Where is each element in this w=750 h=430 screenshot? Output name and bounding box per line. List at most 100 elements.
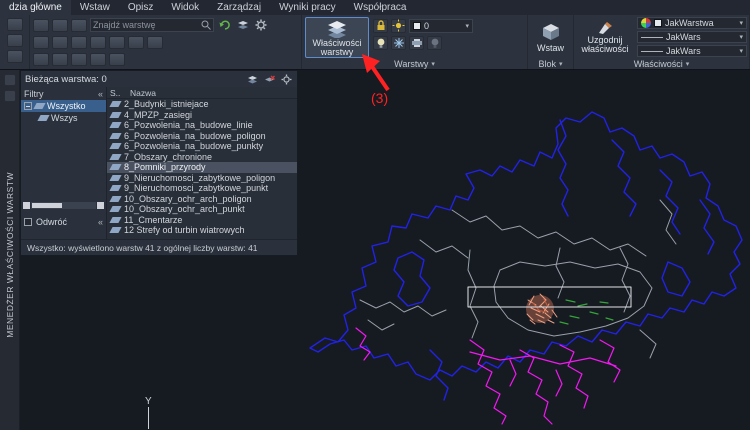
layer-search-box <box>90 18 214 32</box>
lineweight-dropdown[interactable]: JakWars ▾ <box>637 31 747 43</box>
layer-row[interactable]: 7_Obszary_chronione <box>107 152 297 163</box>
block-cube-icon <box>542 24 559 40</box>
layer-list: S.. Nazwa 2_Budynki_istniejace 4_MPZP_za… <box>107 87 297 239</box>
layer-prev-icon[interactable] <box>71 18 87 32</box>
filter-tree-item-all[interactable]: Wszystko <box>21 100 106 112</box>
linetype-dropdown[interactable]: JakWars ▾ <box>637 45 747 57</box>
auto-hide-icon[interactable] <box>3 74 16 86</box>
layers-panel-label[interactable]: Warstwy ▾ <box>302 58 527 69</box>
layer-states-icon[interactable] <box>235 18 250 32</box>
layer-icon <box>109 195 122 202</box>
lineweight-value: JakWars <box>666 32 701 42</box>
object-color-dropdown[interactable]: JakWarstwa ▾ <box>637 17 747 29</box>
layer-row[interactable]: 4_MPZP_zasiegi <box>107 110 297 121</box>
block-panel-title: Blok <box>538 58 556 69</box>
filter-all-label: Wszystko <box>47 101 86 111</box>
layer-row[interactable]: 12 Strefy od turbin wiatrowych <box>107 225 297 236</box>
layer-thaw-icon[interactable] <box>109 52 125 66</box>
new-layer-icon[interactable] <box>246 73 259 85</box>
scroll-left-icon[interactable] <box>23 201 30 209</box>
filters-pane: Filtry « Wszystko Wszys Odwróć « <box>21 87 107 239</box>
block-panel-label[interactable]: Blok ▾ <box>528 58 573 69</box>
layer-off-tool-icon[interactable] <box>90 35 106 49</box>
layer-row[interactable]: 10_Obszary_ochr_arch_punkt <box>107 204 297 215</box>
settings-gear-icon[interactable] <box>280 73 293 85</box>
column-status[interactable]: S.. <box>110 88 130 98</box>
filters-horizontal-scrollbar[interactable] <box>23 201 104 209</box>
invert-filter-label: Odwróć <box>36 217 68 227</box>
copy-icon[interactable] <box>6 34 23 47</box>
tab-collaborate[interactable]: Współpraca <box>345 0 416 15</box>
layer-on-icon[interactable] <box>391 18 406 33</box>
chevron-down-icon: ▾ <box>431 60 435 68</box>
layer-row-selected[interactable]: 8_Pomniki_przyrody <box>107 162 297 173</box>
layer-lock-tool-icon[interactable] <box>109 35 125 49</box>
layer-row[interactable]: 9_Nieruchomosci_zabytkowe_punkt <box>107 183 297 194</box>
tab-view[interactable]: Widok <box>162 0 208 15</box>
collapse-filters-icon[interactable]: « <box>98 89 103 99</box>
layer-row[interactable]: 9_Nieruchomosci_zabytkowe_poligon <box>107 173 297 184</box>
properties-panel: Uzgodnij właściwości JakWarstwa ▾ JakWar… <box>574 15 750 69</box>
chevron-down-icon: ▾ <box>685 60 690 68</box>
layer-freeze-icon[interactable] <box>391 35 406 50</box>
cut-icon[interactable] <box>6 50 23 63</box>
layer-merge-icon[interactable] <box>147 35 163 49</box>
layer-off-icon[interactable] <box>427 35 442 50</box>
layer-match-icon[interactable] <box>52 18 68 32</box>
layer-copy-objects-icon[interactable] <box>33 52 49 66</box>
layer-properties-palette: Bieżąca warstwa: 0 Filtry « Wszystko Wsz… <box>20 70 298 256</box>
layer-row[interactable]: 10_Obszary_ochr_arch_poligon <box>107 194 297 205</box>
layer-row[interactable]: 6_Pozwolenia_na_budowe_poligon <box>107 131 297 142</box>
layer-delete-icon[interactable] <box>71 52 87 66</box>
scroll-right-icon[interactable] <box>97 201 104 209</box>
search-input[interactable] <box>93 20 201 30</box>
layer-properties-button[interactable]: Właściwości warstwy <box>305 17 369 58</box>
drawing-canvas[interactable] <box>295 70 750 430</box>
layer-bulb-icon[interactable] <box>373 35 388 50</box>
layer-isolate-icon[interactable] <box>33 35 49 49</box>
palette-menu-icon[interactable] <box>3 90 16 102</box>
invert-filter-checkbox[interactable] <box>24 218 32 226</box>
scrollbar-thumb[interactable] <box>32 202 62 208</box>
column-name[interactable]: Nazwa <box>130 88 156 98</box>
layer-change-icon[interactable] <box>52 52 68 66</box>
tab-output[interactable]: Wyniki pracy <box>270 0 345 15</box>
properties-panel-title: Właściwości <box>633 58 683 69</box>
app-window: dzia główne Wstaw Opisz Widok Zarządzaj … <box>0 0 750 430</box>
layer-icon <box>109 164 122 171</box>
layer-icon <box>109 111 122 118</box>
delete-layer-icon[interactable] <box>263 73 276 85</box>
layer-walk-icon[interactable] <box>33 18 49 32</box>
layer-lock-icon[interactable] <box>373 18 388 33</box>
ribbon-tab-bar: dzia główne Wstaw Opisz Widok Zarządzaj … <box>0 0 750 15</box>
tree-expander-icon[interactable] <box>24 102 32 110</box>
layer-dropdown[interactable]: 0 ▾ <box>409 18 473 33</box>
layer-icon <box>109 185 122 192</box>
layer-current-icon[interactable] <box>90 52 106 66</box>
filter-tree-item-used[interactable]: Wszys <box>21 112 106 124</box>
gear-icon[interactable] <box>253 18 268 32</box>
layer-unlock-tool-icon[interactable] <box>128 35 144 49</box>
chevron-down-icon: ▾ <box>465 22 469 30</box>
layer-row[interactable]: 2_Budynki_istniejace <box>107 99 297 110</box>
insert-block-button[interactable]: Wstaw <box>530 17 572 58</box>
layer-row[interactable]: 6_Pozwolenia_na_budowe_linie <box>107 120 297 131</box>
layer-row[interactable]: 11_Cmentarze <box>107 215 297 226</box>
layer-plot-icon[interactable] <box>409 35 424 50</box>
layer-freeze-tool-icon[interactable] <box>71 35 87 49</box>
paste-icon[interactable] <box>6 18 23 31</box>
layers-stack-icon <box>328 21 346 38</box>
layer-icon <box>109 216 122 223</box>
tab-home[interactable]: dzia główne <box>0 0 71 15</box>
properties-panel-label[interactable]: Właściwości ▾ <box>574 58 749 69</box>
tab-annotate[interactable]: Opisz <box>119 0 163 15</box>
collapse-tree-icon[interactable]: « <box>98 217 103 227</box>
refresh-icon[interactable] <box>217 18 232 32</box>
layer-row[interactable]: 6_Pozwolenia_na_budowe_punkty <box>107 141 297 152</box>
tab-manage[interactable]: Zarządzaj <box>208 0 270 15</box>
tab-insert[interactable]: Wstaw <box>71 0 119 15</box>
match-properties-button[interactable]: Uzgodnij właściwości <box>577 17 633 58</box>
layer-unisolate-icon[interactable] <box>52 35 68 49</box>
palette-side-strip: MENEDŻER WŁAŚCIWOŚCI WARSTW <box>0 70 20 430</box>
built-up-cluster <box>526 293 558 325</box>
